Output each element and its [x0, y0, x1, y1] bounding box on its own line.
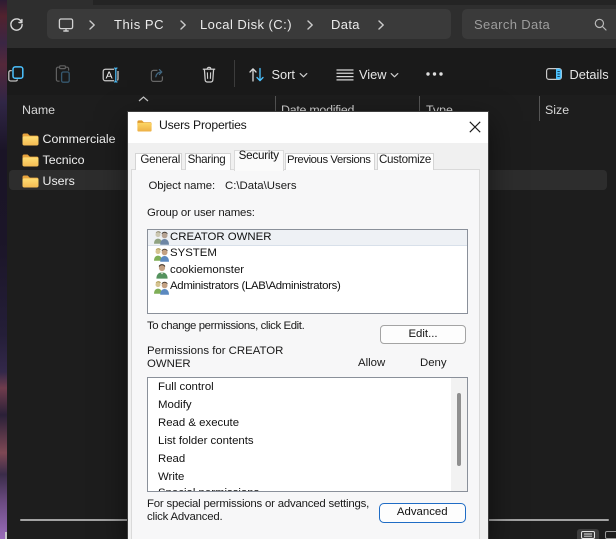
svg-text:A: A	[105, 70, 112, 82]
